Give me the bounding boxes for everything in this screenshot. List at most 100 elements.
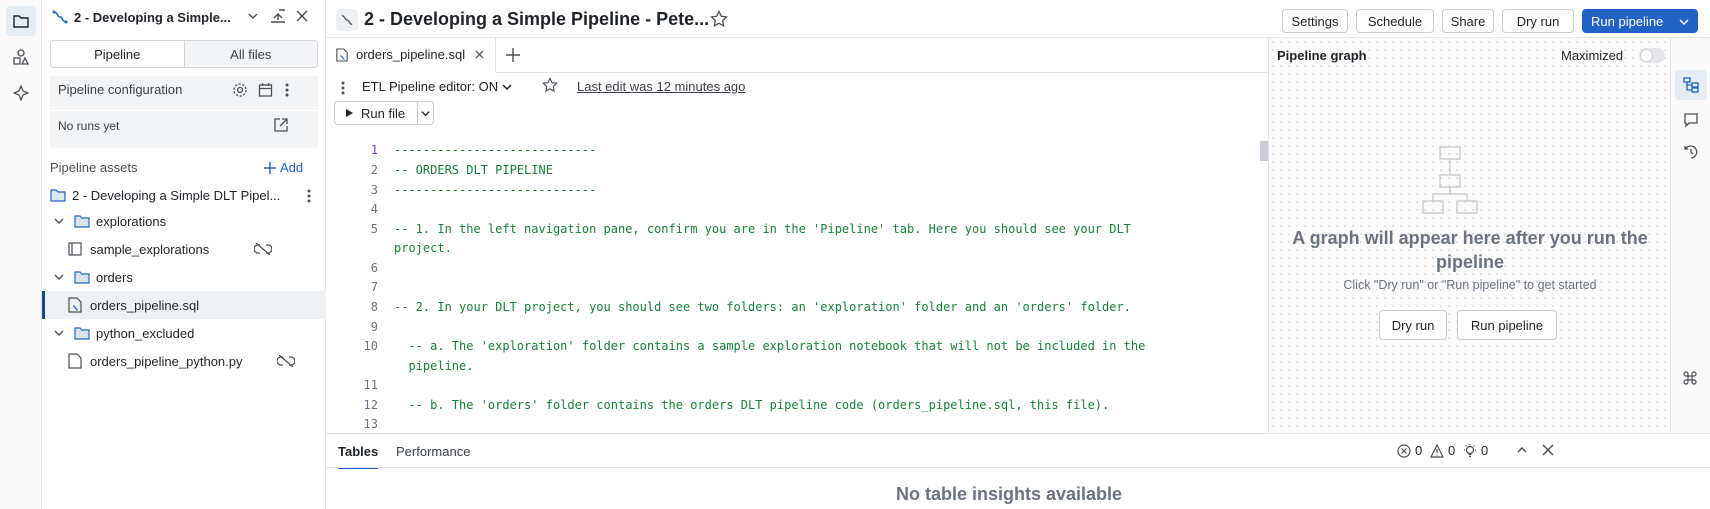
chevron-down-icon[interactable] [54, 328, 64, 338]
run-file-button[interactable]: Run file [334, 101, 434, 125]
chevron-down-icon [421, 111, 430, 117]
tab-performance[interactable]: Performance [396, 444, 470, 459]
errors-count[interactable]: 0 [1397, 443, 1422, 458]
code-text: -- 1. In the left navigation pane, confi… [394, 222, 1131, 236]
graph-run-pipeline-button[interactable]: Run pipeline [1457, 310, 1557, 340]
graph-title: Pipeline graph [1277, 48, 1367, 63]
share-button[interactable]: Share [1442, 9, 1494, 33]
tree-item-label: python_excluded [96, 325, 195, 341]
editor-tab-bar: orders_pipeline.sql [326, 38, 1268, 73]
chevron-down-icon[interactable] [54, 272, 64, 282]
tree-item-python-excluded[interactable]: python_excluded [42, 319, 326, 347]
line-number: 12 [363, 398, 378, 412]
tab-pipeline[interactable]: Pipeline [51, 41, 185, 67]
run-pipeline-button[interactable]: Run pipeline [1582, 9, 1698, 33]
top-bar: 2 - Developing a Simple Pipeline - Pete.… [326, 0, 1710, 38]
line-number: 8 [370, 300, 378, 314]
tab-all-files[interactable]: All files [184, 41, 317, 67]
external-link-icon[interactable] [274, 118, 288, 132]
close-icon[interactable] [475, 50, 484, 59]
excluded-link-icon [277, 355, 295, 367]
star-icon[interactable] [542, 77, 558, 93]
no-table-insights: No table insights available [895, 484, 1123, 504]
warnings-value: 0 [1448, 443, 1456, 458]
code-text: ---------------------------- [394, 143, 597, 157]
errors-value: 0 [1415, 443, 1423, 458]
page-title: 2 - Developing a Simple Pipeline - Pete.… [364, 9, 710, 29]
folder-icon[interactable] [6, 6, 36, 36]
notebook-icon [68, 242, 82, 256]
settings-button[interactable]: Settings [1282, 9, 1348, 33]
add-asset-button[interactable]: Add [264, 160, 303, 175]
pipeline-folder-icon [74, 270, 90, 284]
kebab-menu-icon[interactable] [284, 82, 290, 98]
code-text: project. [394, 241, 452, 255]
star-icon[interactable] [710, 10, 728, 28]
keyboard-shortcuts-icon[interactable] [1683, 371, 1697, 385]
chevron-down-icon[interactable] [54, 216, 64, 226]
graph-view-icon[interactable] [1675, 70, 1707, 100]
chevron-down-icon[interactable] [1679, 17, 1689, 27]
line-number: 6 [370, 261, 378, 275]
pipeline-folder-icon [50, 188, 66, 202]
kebab-menu-icon[interactable] [306, 188, 312, 204]
last-edit-link[interactable]: Last edit was 12 minutes ago [577, 79, 745, 94]
pipeline-icon [336, 9, 358, 31]
pipeline-graph-panel: Pipeline graph Maximized A graph will ap… [1268, 38, 1670, 433]
comment-icon[interactable] [1683, 112, 1699, 128]
tree-item-pipeline-root[interactable]: 2 - Developing a Simple DLT Pipel... [42, 181, 326, 209]
close-icon[interactable] [1542, 444, 1554, 456]
tree-item-orders-pipeline-python[interactable]: orders_pipeline_python.py [42, 347, 326, 375]
maximized-label: Maximized [1561, 48, 1624, 63]
pipeline-explorer-panel: 2 - Developing a Simple... Pipeline All … [42, 0, 326, 509]
schedule-button[interactable]: Schedule [1356, 9, 1434, 33]
shapes-icon[interactable] [6, 42, 36, 72]
tree-item-sample-explorations[interactable]: sample_explorations [42, 235, 326, 263]
code-text: pipeline. [394, 359, 474, 373]
panel-tabs: Pipeline All files [50, 40, 318, 68]
tab-orders-pipeline-sql[interactable]: orders_pipeline.sql [326, 38, 496, 73]
hints-count[interactable]: 0 [1463, 443, 1488, 458]
gear-icon[interactable] [232, 82, 248, 98]
graph-dry-run-button[interactable]: Dry run [1379, 310, 1447, 340]
schedule-calendar-icon[interactable] [258, 82, 274, 98]
warnings-count[interactable]: 0 [1430, 443, 1455, 458]
graph-empty-subtitle: Click "Dry run" or "Run pipeline" to get… [1343, 278, 1597, 292]
tab-tables[interactable]: Tables [338, 444, 379, 469]
line-number: 9 [370, 320, 378, 334]
line-number: 2 [370, 163, 378, 177]
assistant-sparkle-icon[interactable] [6, 78, 36, 108]
tree-item-orders[interactable]: orders [42, 263, 326, 291]
error-icon [1397, 443, 1411, 458]
collapse-panel-icon[interactable] [270, 9, 286, 23]
editor-scrollbar[interactable] [1260, 141, 1268, 161]
sql-file-icon [68, 297, 82, 313]
line-number: 5 [370, 222, 378, 236]
runs-status: No runs yet [58, 119, 120, 133]
line-number: 11 [363, 378, 378, 392]
code-text: -- ORDERS DLT PIPELINE [394, 163, 553, 177]
chevron-down-icon [502, 83, 512, 90]
pipeline-title: 2 - Developing a Simple... [74, 10, 231, 25]
graph-empty-title: A graph will appear here after you run t… [1292, 228, 1648, 272]
line-number: 7 [370, 280, 378, 294]
plus-icon[interactable] [506, 48, 520, 62]
etl-editor-toggle[interactable]: ETL Pipeline editor: ON [362, 79, 512, 94]
chevron-down-icon[interactable] [247, 10, 259, 22]
pipeline-assets-label: Pipeline assets [50, 160, 138, 175]
warning-icon [1430, 443, 1444, 458]
run-file-label: Run file [361, 105, 406, 121]
tree-item-orders-pipeline-sql[interactable]: orders_pipeline.sql [42, 291, 326, 319]
chevron-up-icon[interactable] [1517, 445, 1527, 455]
close-icon[interactable] [296, 10, 308, 22]
tree-item-explorations[interactable]: explorations [42, 207, 326, 235]
pipeline-icon [52, 9, 68, 25]
code-text: -- a. The 'exploration' folder contains … [394, 339, 1146, 353]
dry-run-button[interactable]: Dry run [1502, 9, 1574, 33]
code-editor: ETL Pipeline editor: ON Last edit was 12… [326, 73, 1268, 433]
etl-editor-label: ETL Pipeline editor: ON [362, 79, 499, 94]
history-icon[interactable] [1683, 144, 1699, 160]
kebab-menu-icon[interactable] [340, 80, 346, 96]
line-number: 3 [370, 183, 378, 197]
maximized-toggle[interactable] [1639, 48, 1665, 63]
